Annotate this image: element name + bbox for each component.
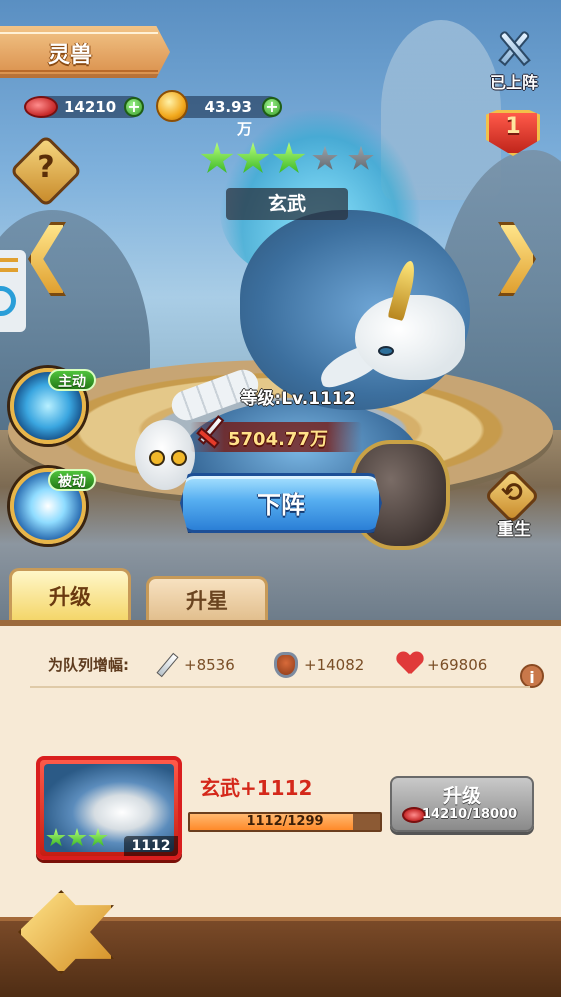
sword-icon <box>154 652 180 678</box>
star-filled-icon <box>236 142 270 173</box>
back-arrow-icon <box>18 890 114 974</box>
menu-line <box>0 268 18 272</box>
experience-bar: 1112/1299 <box>188 812 382 832</box>
deployed-status[interactable]: 已上阵 <box>482 28 546 92</box>
chevron-right-icon <box>498 222 536 296</box>
next-beast-arrow[interactable] <box>498 222 536 296</box>
star-filled-icon <box>200 142 234 173</box>
passive-skill-label: 被动 <box>48 469 96 491</box>
tab-upgrade[interactable]: 升级 <box>9 568 131 620</box>
add-meat-button[interactable]: + <box>124 97 144 117</box>
tab-star-up[interactable]: 升星 <box>146 576 268 620</box>
question-mark-icon: ? <box>37 150 55 185</box>
meat-icon <box>24 90 58 124</box>
beast-face <box>355 295 465 380</box>
page-title: 灵兽 <box>48 43 93 68</box>
heart-icon <box>397 652 423 678</box>
beast-level: 等级:Lv.1112 <box>240 389 356 409</box>
star-filled-icon <box>88 828 108 847</box>
team-boost-row: 为队列增幅: +8536 +14082 +69806 i <box>0 642 561 688</box>
snake-head <box>135 420 195 490</box>
experience-text: 1112/1299 <box>246 814 324 829</box>
shield-icon <box>274 652 300 678</box>
gold-resource: 43.93万 + <box>156 90 282 138</box>
upgrade-cost: 14210/18000 <box>422 807 518 822</box>
previous-beast-arrow[interactable] <box>28 222 66 296</box>
add-gold-button[interactable]: + <box>262 97 282 117</box>
gold-coin-icon <box>156 90 190 124</box>
menu-line <box>0 258 18 262</box>
upgrade-panel: 为队列增幅: +8536 +14082 +69806 i 1112 玄武+111… <box>0 620 561 917</box>
attack-boost-value: +8536 <box>184 656 235 674</box>
team-boost-label: 为队列增幅: <box>48 656 129 674</box>
upgrade-button[interactable]: 升级 14210/18000 <box>390 776 534 832</box>
beast-eye <box>378 346 394 356</box>
combat-power: 5704.77万 <box>228 429 328 450</box>
back-button[interactable] <box>18 890 114 974</box>
star-filled-icon <box>272 142 306 173</box>
chevron-left-icon <box>28 222 66 296</box>
beast-name-level: 玄武+1112 <box>200 776 313 800</box>
side-drawer-tab[interactable] <box>0 250 26 332</box>
divider <box>30 686 530 688</box>
rebirth-icon: ⟲ <box>501 478 523 508</box>
star-empty-icon <box>312 145 338 170</box>
rank-number: 1 <box>505 114 521 139</box>
deployed-label: 已上阵 <box>489 73 538 92</box>
unequip-button-label: 下阵 <box>257 491 305 519</box>
crossed-swords-icon <box>492 28 536 68</box>
star-filled-icon <box>46 828 66 847</box>
meat-amount: 14210 <box>64 98 117 116</box>
card-star-rating <box>46 828 108 848</box>
rebirth-label: 重生 <box>497 520 531 540</box>
sword-power-icon <box>192 414 228 454</box>
info-icon-button[interactable]: i <box>520 664 544 688</box>
star-empty-icon <box>348 145 374 170</box>
star-rating <box>200 142 378 178</box>
upgrade-button-label: 升级 <box>442 785 481 807</box>
ring-icon <box>0 286 16 316</box>
attack-boost: +8536 <box>154 652 235 678</box>
defense-boost: +14082 <box>274 652 364 678</box>
beast-card[interactable]: 1112 <box>36 756 182 860</box>
beast-name: 玄武 <box>226 188 348 220</box>
defense-boost-value: +14082 <box>304 656 365 674</box>
card-level: 1112 <box>124 836 178 856</box>
active-skill-label: 主动 <box>48 369 96 391</box>
star-filled-icon <box>67 828 87 847</box>
meat-resource: 14210 + <box>24 96 144 118</box>
hp-boost: +69806 <box>397 652 487 678</box>
hp-boost-value: +69806 <box>427 656 488 674</box>
